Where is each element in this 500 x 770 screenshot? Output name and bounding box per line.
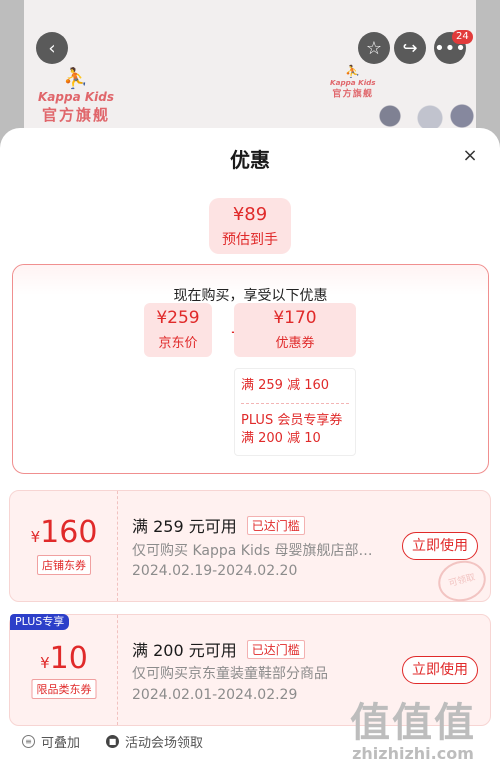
coupon-detail-list: 满 259 减 160 PLUS 会员专享券 满 200 减 10 — [234, 368, 356, 456]
notification-badge: 24 — [452, 30, 473, 44]
estimated-price-box: ¥89 预估到手 — [209, 198, 291, 254]
star-icon: ☆ — [365, 37, 383, 59]
estimated-price: ¥89 — [232, 204, 268, 225]
stack-icon: ≡ — [22, 735, 35, 748]
coupon-type-badge: 店铺东券 — [37, 555, 91, 575]
coupon-card: ¥160 店铺东券 满 259 元可用 已达门槛 仅可购买 Kappa Kids … — [9, 490, 491, 607]
coupon-condition: 满 259 元可用 已达门槛 — [132, 513, 305, 537]
favorite-button[interactable]: ☆ — [358, 32, 390, 64]
threshold-tag: 已达门槛 — [246, 640, 305, 659]
back-button[interactable]: ‹ — [36, 32, 68, 64]
coupon-description: 仅可购买京东童装童鞋部分商品 — [132, 666, 328, 682]
venue-legend: ■ 活动会场领取 — [106, 732, 203, 751]
coupon-detail-item: PLUS 会员专享券 — [241, 413, 343, 428]
stackable-legend: ≡ 可叠加 — [22, 732, 80, 751]
use-now-button[interactable]: 立即使用 — [402, 532, 478, 560]
coupon-type-wrap: 店铺东券 — [10, 555, 118, 575]
coupon-validity: 2024.02.01-2024.02.29 — [132, 687, 298, 703]
jd-price-value: ¥259 — [156, 308, 200, 328]
venue-icon: ■ — [106, 735, 120, 748]
coupon-description: 仅可购买 Kappa Kids 母婴旗舰店部分商品 — [132, 543, 386, 559]
coupon-type-badge: 限品类东券 — [31, 679, 97, 699]
price-calculation-box: 现在购买，享受以下优惠 ¥259 京东价 - ¥170 优惠券 满 259 减 … — [12, 264, 489, 474]
threshold-tag: 已达门槛 — [246, 516, 305, 535]
use-now-button[interactable]: 立即使用 — [402, 656, 478, 684]
sheet-title: 优惠 — [230, 148, 270, 172]
plus-exclusive-tag: PLUS专享 — [10, 614, 70, 630]
coupon-total-value: ¥170 — [273, 308, 317, 328]
brand-logo-right: ⛹ Kappa Kids 官方旗舰 — [330, 64, 376, 99]
share-button[interactable]: ↪ — [394, 32, 426, 64]
detail-divider — [241, 403, 349, 404]
jd-price-box: ¥259 京东价 — [144, 303, 212, 357]
kappa-logo-icon: ⛹ — [345, 64, 361, 79]
share-icon: ↪ — [402, 37, 418, 59]
claimed-stamp: 可领取 — [433, 555, 491, 607]
estimated-price-label: 预估到手 — [222, 232, 278, 248]
close-button[interactable]: × — [460, 146, 480, 166]
coupon-amount: ¥160 — [30, 515, 98, 550]
coupon-amount: ¥10 — [40, 641, 88, 676]
coupon-condition: 满 200 元可用 已达门槛 — [132, 637, 305, 661]
coupon-total-box: ¥170 优惠券 — [234, 303, 356, 357]
watermark: 值值值 zhizhizhi.com — [350, 700, 476, 763]
kappa-logo-icon: ⛹ — [63, 66, 89, 90]
coupon-type-wrap: 限品类东券 — [10, 679, 118, 699]
chevron-left-icon: ‹ — [48, 37, 56, 59]
coupon-total-label: 优惠券 — [275, 336, 315, 351]
coupon-detail-item: 满 200 减 10 — [241, 431, 321, 446]
brand-logo-left: ⛹ Kappa Kids 官方旗舰 — [38, 66, 114, 124]
coupon-detail-item: 满 259 减 160 — [241, 378, 330, 393]
coupon-footer-legend: ≡ 可叠加 ■ 活动会场领取 — [22, 732, 203, 751]
jd-price-label: 京东价 — [158, 336, 198, 351]
coupon-validity: 2024.02.19-2024.02.20 — [132, 563, 298, 579]
calculation-title: 现在购买，享受以下优惠 — [173, 288, 328, 304]
